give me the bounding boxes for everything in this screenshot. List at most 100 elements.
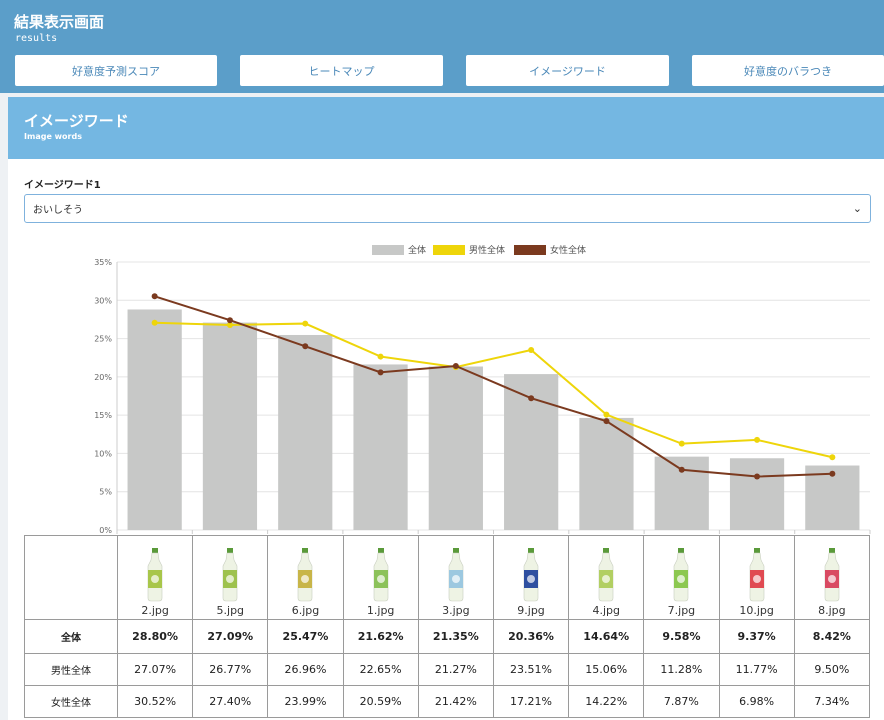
legend-swatch xyxy=(514,245,546,255)
y-tick-label: 0% xyxy=(99,526,112,535)
legend-label: 男性全体 xyxy=(469,244,505,256)
table-row: 全体 28.80% 27.09% 25.47% 21.62% 21.35% 20.36% 14… xyxy=(24,619,871,654)
image-word-select-label: イメージワード1 xyxy=(24,180,101,191)
file-name: 1.jpg xyxy=(366,604,395,617)
product-image-cell: 2.jpg xyxy=(116,535,194,620)
table-cell: 23.51% xyxy=(492,653,570,686)
table-cell: 30.52% xyxy=(116,685,194,718)
legend-swatch xyxy=(433,245,465,255)
file-name: 8.jpg xyxy=(818,604,846,617)
legend-swatch xyxy=(372,245,404,255)
table-cell: 15.06% xyxy=(568,653,645,686)
bottle-image xyxy=(749,548,764,602)
data-point xyxy=(678,440,685,447)
bottle-image xyxy=(373,548,388,602)
data-point xyxy=(377,353,384,360)
data-point xyxy=(528,395,535,402)
product-image-cell: 8.jpg xyxy=(793,535,871,620)
table-cell: 8.42% xyxy=(793,619,871,654)
table-cell: 27.07% xyxy=(116,653,194,686)
table-cell: 22.65% xyxy=(342,653,419,686)
data-point xyxy=(754,473,761,480)
bar xyxy=(202,322,258,530)
data-point xyxy=(302,343,309,350)
table-cell: 26.77% xyxy=(192,653,269,686)
file-name: 4.jpg xyxy=(592,604,620,617)
bar xyxy=(353,364,408,530)
data-point xyxy=(603,418,610,425)
table-cell: 11.28% xyxy=(643,653,720,686)
table-cell: 25.47% xyxy=(267,619,344,654)
data-point xyxy=(678,466,685,473)
tab-favorability-variance[interactable]: 好意度のバラつき xyxy=(692,55,884,86)
image-word-select[interactable]: おいしそう ⌄ xyxy=(24,194,871,223)
table-cell: 17.21% xyxy=(492,685,570,718)
table-cell: 28.80% xyxy=(116,619,194,654)
product-image-cell: 7.jpg xyxy=(643,535,720,620)
legend-label: 女性全体 xyxy=(550,244,586,256)
bar xyxy=(579,417,634,530)
y-tick-label: 10% xyxy=(94,449,112,458)
bottle-image xyxy=(523,548,539,602)
table-cell: 21.62% xyxy=(342,619,419,654)
file-name: 9.jpg xyxy=(517,604,545,617)
file-name: 7.jpg xyxy=(667,604,696,617)
table-cell: 9.50% xyxy=(793,653,871,686)
table-row: 男性全体 27.07% 26.77% 26.96% 22.65% 21.27% 23.51%… xyxy=(24,653,871,686)
product-image-cell: 4.jpg xyxy=(568,535,645,620)
file-name: 10.jpg xyxy=(739,604,774,617)
table-cell: 23.99% xyxy=(267,685,344,718)
data-point xyxy=(528,346,535,353)
data-point xyxy=(226,317,233,324)
table-cell: 21.27% xyxy=(417,653,494,686)
panel-title: イメージワード xyxy=(24,112,129,130)
table-cell: 26.96% xyxy=(267,653,344,686)
table-cell: 14.64% xyxy=(568,619,645,654)
table-cell: 21.35% xyxy=(417,619,494,654)
data-point xyxy=(754,436,761,443)
page-title: 結果表示画面 xyxy=(14,13,105,31)
data-point xyxy=(829,454,836,461)
data-point xyxy=(377,369,384,376)
tab-image-words[interactable]: イメージワード xyxy=(466,55,669,86)
table-cell: 20.59% xyxy=(342,685,419,718)
table-cell: 9.37% xyxy=(718,619,795,654)
app-header: 結果表示画面 results 好意度予測スコア ヒートマップ イメージワード 好… xyxy=(0,0,884,93)
tab-heatmap[interactable]: ヒートマップ xyxy=(240,55,443,86)
y-tick-label: 30% xyxy=(94,296,112,305)
bar xyxy=(127,309,182,530)
bar xyxy=(729,458,785,530)
data-point xyxy=(151,293,158,300)
image-word-select-value: おいしそう xyxy=(33,205,83,216)
row-label: 全体 xyxy=(24,619,118,654)
table-cell: 21.42% xyxy=(417,685,494,718)
bar xyxy=(428,366,483,530)
bottle-image xyxy=(824,548,840,602)
y-tick-label: 5% xyxy=(99,488,112,497)
panel-header xyxy=(8,97,884,159)
table-cell: 7.34% xyxy=(793,685,871,718)
bottle-image xyxy=(448,548,464,602)
tab-favorability-score[interactable]: 好意度予測スコア xyxy=(15,55,217,86)
product-image-cell: 6.jpg xyxy=(267,535,344,620)
product-image-cell: 10.jpg xyxy=(718,535,795,620)
table-cell: 6.98% xyxy=(718,685,795,718)
bottle-image xyxy=(298,548,313,602)
panel-subtitle: Image words xyxy=(24,132,82,141)
chevron-down-icon: ⌄ xyxy=(852,202,862,215)
corner-cell xyxy=(24,535,118,620)
y-tick-label: 20% xyxy=(94,373,112,382)
product-image-cell: 5.jpg xyxy=(192,535,269,620)
file-name: 3.jpg xyxy=(442,604,470,617)
table-cell: 9.58% xyxy=(643,619,720,654)
data-point xyxy=(452,362,459,369)
data-point xyxy=(603,411,610,418)
data-point xyxy=(151,319,158,326)
image-word-chart: 0% 5% 10% 15% 20% 25% 30% 35% 全体 男性全体 女性全体 xyxy=(94,244,871,535)
y-tick-label: 35% xyxy=(94,258,112,267)
data-point xyxy=(829,470,836,477)
table-cell: 7.87% xyxy=(643,685,720,718)
bottle-image xyxy=(598,548,614,602)
bottle-image xyxy=(147,548,163,602)
product-image-cell: 9.jpg xyxy=(492,535,570,620)
